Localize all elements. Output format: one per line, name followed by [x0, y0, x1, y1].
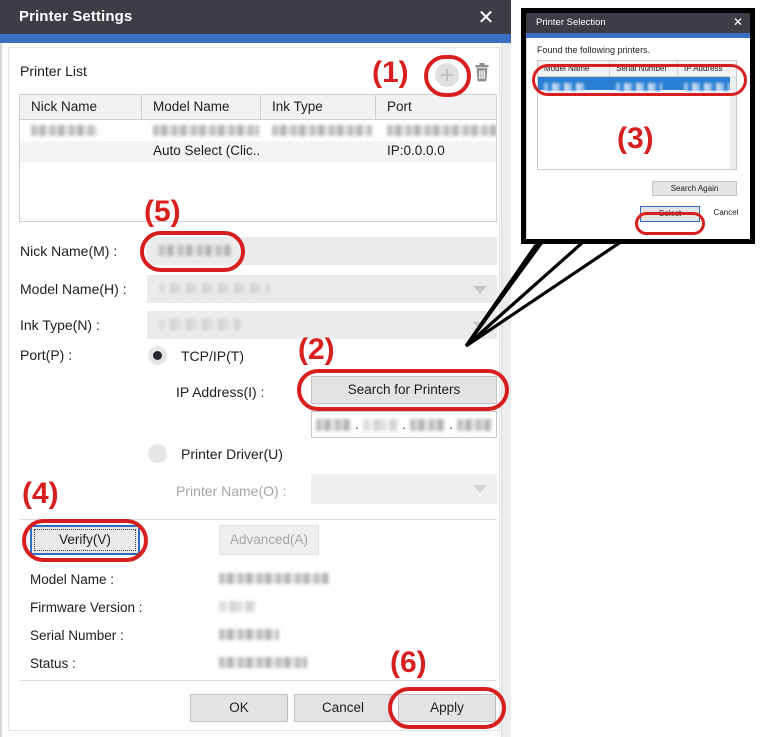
redacted-value: [387, 124, 496, 136]
chevron-down-icon: [473, 485, 487, 493]
cell-nick-name: [20, 120, 142, 141]
inset-title: Printer Selection: [536, 17, 606, 28]
page-title: Printer Settings: [19, 8, 133, 25]
cell-serial-number: [610, 77, 678, 91]
cell-nick-name: [20, 141, 142, 162]
radio-printer-driver[interactable]: [148, 444, 167, 463]
inset-scrollbar[interactable]: [730, 76, 736, 169]
close-icon[interactable]: ✕: [733, 15, 743, 29]
search-again-button[interactable]: Search Again: [652, 181, 737, 196]
radio-tcpip-label: TCP/IP(T): [181, 348, 244, 364]
ink-type-select[interactable]: [147, 311, 497, 339]
cell-model-name: [538, 77, 610, 91]
radio-printer-driver-label: Printer Driver(U): [181, 446, 283, 462]
apply-button[interactable]: Apply: [398, 694, 496, 722]
info-firmware-version-value: [219, 601, 255, 612]
ip-address-label: IP Address(I) :: [176, 384, 265, 400]
cell-model-name: Auto Select (Clic...: [153, 143, 261, 158]
printer-list-label: Printer List: [20, 63, 87, 79]
inset-titlebar: Printer Selection ✕: [526, 13, 750, 33]
info-serial-number-label: Serial Number :: [30, 628, 124, 643]
column-header-model-name: Model Name: [142, 95, 261, 119]
advanced-button[interactable]: Advanced(A): [219, 525, 319, 555]
found-printers-text: Found the following printers.: [537, 45, 651, 55]
column-header-nick-name: Nick Name: [20, 95, 142, 119]
redacted-value: [159, 319, 241, 330]
info-model-name-label: Model Name :: [30, 572, 115, 587]
model-name-label: Model Name(H) :: [20, 281, 127, 297]
cancel-button[interactable]: Cancel: [294, 694, 392, 722]
printer-selection-dialog: Printer Selection ✕ Found the following …: [521, 8, 755, 244]
ip-separator: .: [355, 417, 359, 432]
printer-name-label: Printer Name(O) :: [176, 483, 287, 499]
ip-octet-3[interactable]: [409, 418, 446, 431]
list-item[interactable]: [538, 77, 736, 91]
divider: [20, 519, 497, 520]
vertical-scrollbar[interactable]: [501, 43, 511, 737]
nick-name-label: Nick Name(M) :: [20, 243, 118, 259]
redacted-value: [31, 124, 97, 136]
close-icon[interactable]: ✕: [473, 5, 499, 29]
inset-cancel-button[interactable]: Cancel: [705, 206, 747, 222]
trash-icon[interactable]: [472, 62, 492, 86]
nick-name-input[interactable]: [147, 237, 497, 265]
cell-ink-type: [261, 120, 376, 141]
inset-body: Found the following printers. Model Name…: [526, 38, 750, 239]
cell-port: [376, 120, 496, 141]
table-row[interactable]: Auto Select (Clic... IP:0.0.0.0: [20, 141, 496, 162]
redacted-value: [272, 124, 372, 136]
table-row[interactable]: [20, 120, 496, 141]
redacted-value: [159, 283, 269, 294]
verify-button[interactable]: Verify(V): [30, 525, 140, 555]
cell-ink-type: [261, 141, 376, 162]
model-name-select[interactable]: [147, 275, 497, 303]
column-header-port: Port: [387, 99, 412, 114]
ip-separator: .: [449, 417, 453, 432]
info-status-value: [219, 657, 307, 668]
table-header-row: Nick Name Model Name Ink Type Port: [20, 95, 496, 120]
cell-port: IP:0.0.0.0: [387, 143, 445, 158]
redacted-value: [159, 245, 233, 256]
ok-button[interactable]: OK: [190, 694, 288, 722]
info-model-name-value: [219, 573, 329, 584]
column-header-model-name: Model Name: [538, 61, 610, 76]
chevron-down-icon: [473, 322, 487, 330]
column-header-serial-number: Serial Number: [610, 61, 678, 76]
column-header-ip-address: IP Address: [684, 64, 723, 73]
add-circle-icon[interactable]: [435, 63, 459, 87]
select-button[interactable]: Select: [640, 206, 700, 222]
info-status-label: Status :: [30, 656, 76, 671]
ink-type-label: Ink Type(N) :: [20, 317, 100, 333]
radio-tcpip[interactable]: [148, 346, 167, 365]
redacted-value: [153, 124, 259, 136]
cell-ip-address: [678, 77, 736, 91]
printer-name-select[interactable]: [311, 474, 497, 504]
printer-selection-list[interactable]: Model Name Serial Number IP Address: [537, 60, 737, 170]
divider: [20, 680, 497, 681]
verify-button-label: Verify(V): [59, 532, 111, 547]
printer-list-table[interactable]: Nick Name Model Name Ink Type Port Auto …: [19, 94, 497, 222]
chevron-down-icon: [473, 286, 487, 294]
info-firmware-version-label: Firmware Version :: [30, 600, 143, 615]
ip-octet-4[interactable]: [456, 418, 492, 431]
titlebar: Printer Settings ✕: [0, 0, 511, 34]
column-header-ink-type: Ink Type: [261, 95, 376, 119]
cell-model-name: [142, 120, 261, 141]
ip-separator: .: [402, 417, 406, 432]
info-serial-number-value: [219, 629, 279, 640]
printer-settings-dialog: Printer Settings ✕ Printer List Nick Nam…: [0, 0, 511, 737]
ip-octet-2[interactable]: [362, 418, 399, 431]
accent-strip: [0, 34, 511, 43]
search-for-printers-button[interactable]: Search for Printers: [311, 376, 497, 404]
inset-table-header-row: Model Name Serial Number IP Address: [538, 61, 736, 77]
ip-octet-1[interactable]: [316, 418, 352, 431]
ip-address-input[interactable]: . . .: [311, 411, 497, 438]
port-label: Port(P) :: [20, 347, 73, 363]
